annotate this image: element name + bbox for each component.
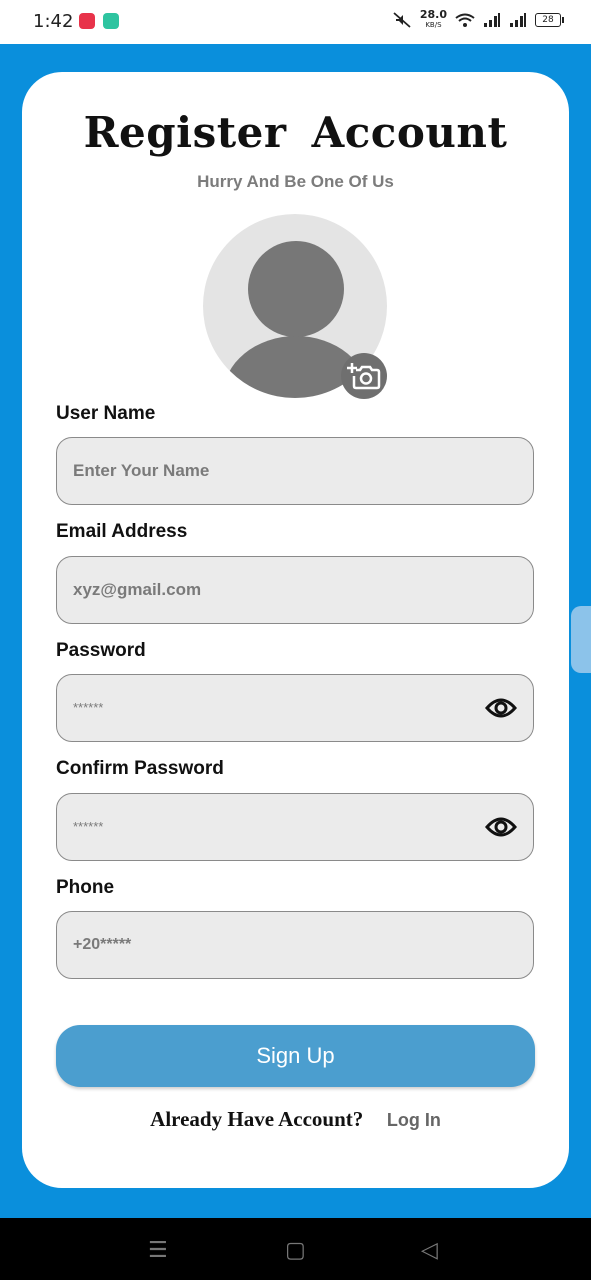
confirm-password-input[interactable]: ****** xyxy=(56,793,534,861)
signal-icon-2 xyxy=(510,13,526,27)
mute-icon xyxy=(393,12,411,28)
password-label: Password xyxy=(56,640,146,661)
page-subtitle: Hurry And Be One Of Us xyxy=(197,172,394,191)
navigation-bar: ☰ ▢ ◁ xyxy=(0,1218,591,1280)
wifi-icon xyxy=(455,13,475,27)
username-input[interactable]: Enter Your Name xyxy=(56,437,534,505)
home-icon[interactable]: ▢ xyxy=(285,1238,306,1263)
login-row: Already Have Account? Log In xyxy=(0,1107,591,1132)
avatar-head-icon xyxy=(248,241,344,337)
phone-placeholder: +20***** xyxy=(73,936,132,953)
status-time: 1:42 xyxy=(33,11,74,32)
menu-icon[interactable]: ☰ xyxy=(148,1238,168,1263)
back-icon[interactable]: ◁ xyxy=(421,1238,438,1263)
login-link[interactable]: Log In xyxy=(387,1110,441,1130)
login-prompt: Already Have Account? xyxy=(150,1107,364,1131)
recorder-app-icon xyxy=(79,13,95,29)
camera-add-icon xyxy=(347,363,381,390)
network-speed: 28.0 KB/S xyxy=(419,8,447,29)
messages-app-icon xyxy=(103,13,119,29)
status-bar: 1:42 28.0 KB/S 28 xyxy=(0,0,591,44)
confirm-password-placeholder: ****** xyxy=(73,819,104,834)
edge-panel-handle[interactable] xyxy=(571,606,591,673)
battery-icon: 28 xyxy=(535,13,564,27)
add-photo-button[interactable] xyxy=(341,353,387,399)
phone-input[interactable]: +20***** xyxy=(56,911,534,979)
page-title: Register Account xyxy=(83,108,508,157)
confirm-password-label: Confirm Password xyxy=(56,758,224,779)
email-placeholder: xyz@gmail.com xyxy=(73,580,202,599)
status-indicators: 28.0 KB/S 28 xyxy=(392,8,564,30)
phone-label: Phone xyxy=(56,877,115,898)
sign-up-button[interactable]: Sign Up xyxy=(56,1025,535,1087)
email-label: Email Address xyxy=(56,521,188,542)
username-label: User Name xyxy=(56,403,156,424)
signal-icon xyxy=(484,13,500,27)
password-placeholder: ****** xyxy=(73,700,104,715)
eye-icon[interactable] xyxy=(485,813,517,841)
password-input[interactable]: ****** xyxy=(56,674,534,742)
username-placeholder: Enter Your Name xyxy=(73,461,210,480)
eye-icon[interactable] xyxy=(485,694,517,722)
email-input[interactable]: xyz@gmail.com xyxy=(56,556,534,624)
